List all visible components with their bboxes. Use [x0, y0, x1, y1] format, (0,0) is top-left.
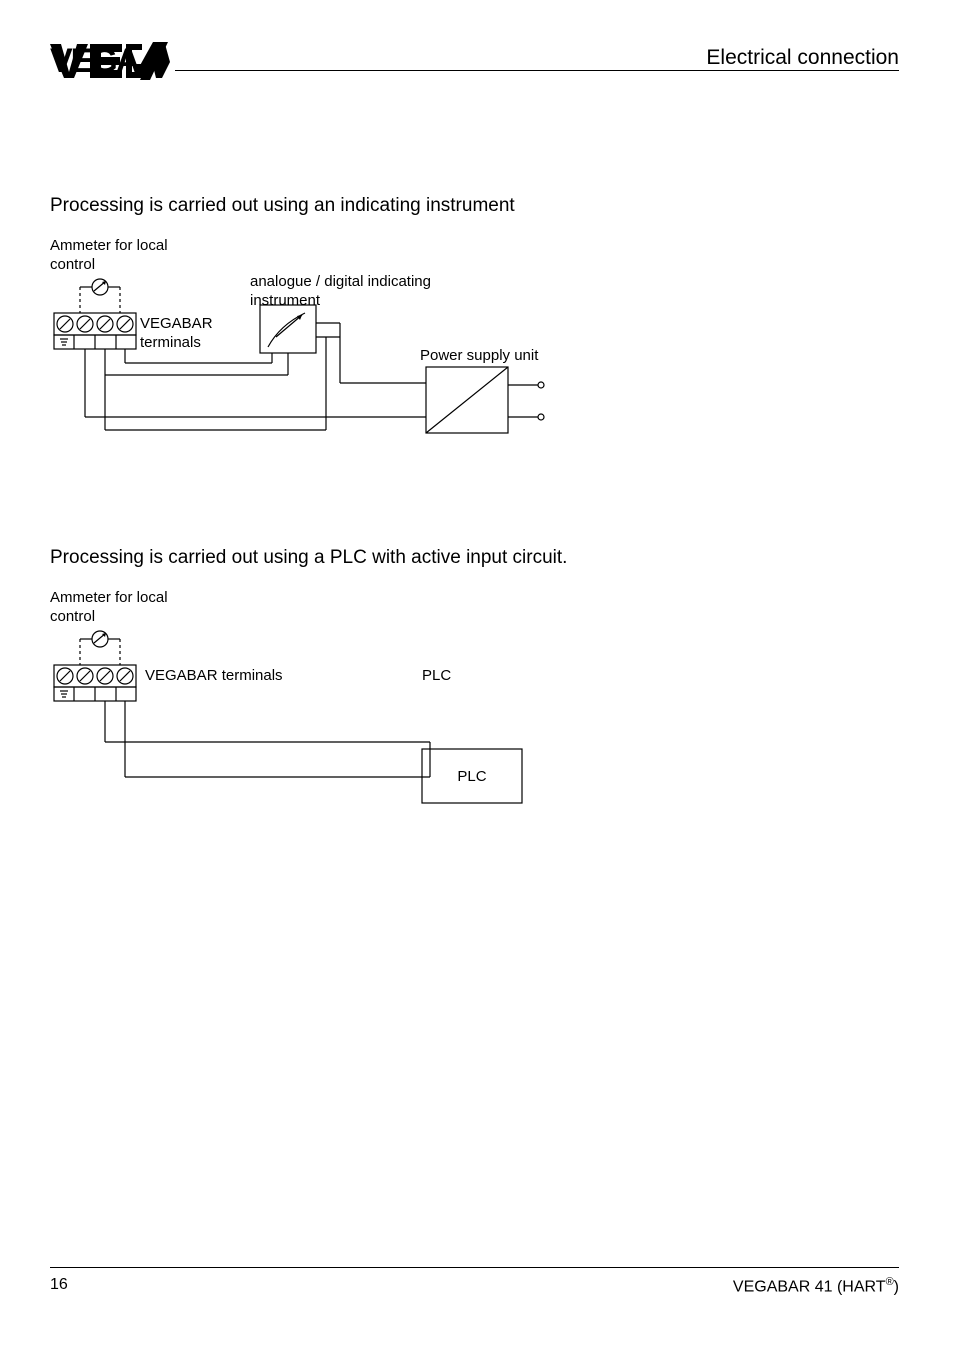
- page-number: 16: [50, 1276, 68, 1296]
- page-footer: 16 VEGABAR 41 (HART®): [50, 1267, 899, 1296]
- plc-box-text: PLC: [457, 768, 486, 785]
- footer-rule: [50, 1267, 899, 1268]
- label-ammeter-2: Ammeter for local control: [50, 589, 200, 627]
- diagram-1-svg: [50, 275, 570, 495]
- diagram-indicating-instrument: Ammeter for local control analogue / dig…: [50, 237, 899, 467]
- doc-prefix: VEGABAR 41 (HART: [733, 1278, 886, 1295]
- doc-suffix: ): [894, 1278, 899, 1295]
- page-content: Processing is carried out using an indic…: [50, 195, 899, 819]
- diagram-plc: Ammeter for local control VEGABAR termin…: [50, 589, 899, 819]
- section-1-heading: Processing is carried out using an indic…: [50, 195, 899, 217]
- label-ammeter: Ammeter for local control: [50, 237, 200, 275]
- header-rule: [175, 70, 899, 71]
- registered-mark: ®: [886, 1276, 894, 1288]
- svg-text:VEGA: VEGA: [50, 42, 140, 80]
- doc-title: VEGABAR 41 (HART®): [733, 1276, 899, 1296]
- page-header: VEGA Electrical connection: [50, 46, 899, 88]
- header-section-title: Electrical connection: [706, 46, 899, 70]
- diagram-2-svg: PLC: [50, 627, 570, 847]
- vega-logo: VEGA: [50, 42, 170, 85]
- section-2-heading: Processing is carried out using a PLC wi…: [50, 547, 899, 569]
